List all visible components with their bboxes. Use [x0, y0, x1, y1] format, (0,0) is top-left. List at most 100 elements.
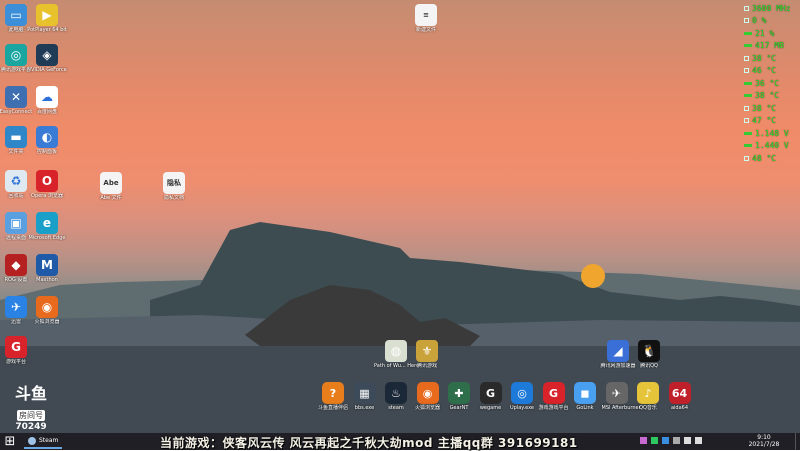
taskbar-item-steam[interactable]: Steam	[24, 434, 63, 449]
shortcut-label: 百度网盘	[36, 109, 57, 115]
shortcut-label: steam	[388, 405, 404, 411]
hw-monitor-value: 48 °C	[752, 153, 777, 163]
dock-item[interactable]: ▦ bbs.exe	[350, 382, 380, 411]
start-button[interactable]: ⊞	[3, 434, 17, 449]
shortcut-label: 隐私文档	[163, 195, 184, 201]
hw-monitor-value: 47 °C	[752, 116, 777, 126]
show-desktop-button[interactable]	[795, 433, 800, 450]
desktop-shortcut[interactable]: G 游戏平台	[0, 336, 38, 365]
system-tray[interactable]	[640, 437, 702, 444]
dock-item[interactable]: ♪ QQ音乐	[633, 382, 663, 411]
volume-icon[interactable]	[695, 437, 702, 444]
desktop-shortcut[interactable]: ◉ 火狐浏览器	[25, 296, 69, 325]
app-icon: ◈	[36, 44, 58, 66]
stream-watermark: 斗鱼 房间号 70249	[4, 384, 58, 433]
sensor-dot-icon	[744, 68, 749, 74]
shortcut-label: Maxthon	[36, 277, 58, 283]
hw-monitor-row: 36 °C	[744, 77, 798, 90]
desktop-shortcut[interactable]: ⚜ 腾讯游戏	[405, 340, 449, 369]
desktop-shortcut[interactable]: ▶ PotPlayer 64 bit	[25, 4, 69, 33]
hw-monitor-row: 0 %	[744, 15, 798, 28]
shortcut-label: 腾讯游戏	[416, 363, 437, 369]
app-icon: ♻	[5, 170, 27, 192]
app-icon: ◎	[511, 382, 533, 404]
dock-item[interactable]: G 游戏游戏平台	[539, 382, 569, 411]
dock-item[interactable]: ♨ steam	[381, 382, 411, 411]
app-icon: ▶	[36, 4, 58, 26]
tray-app-icon[interactable]	[662, 437, 669, 444]
sensor-dot-icon	[744, 105, 749, 111]
sensor-dot-icon	[744, 155, 749, 161]
shortcut-label: Opera 浏览器	[31, 193, 63, 199]
dock-item[interactable]: ◉ 火狐浏览器	[413, 382, 443, 411]
dock-item[interactable]: 64 aida64	[665, 382, 695, 411]
hw-monitor-value: 46 °C	[752, 66, 777, 76]
hw-monitor-row: 21 %	[744, 27, 798, 40]
sensor-dot-icon	[744, 5, 749, 11]
tray-app-icon[interactable]	[673, 437, 680, 444]
desktop: ▭ 此电脑 ▶ PotPlayer 64 bit ◎ 腾讯游戏平台 ◈ NVIDIA GeFo…	[0, 0, 800, 433]
hw-monitor-value: 38 °C	[755, 91, 780, 101]
sensor-dot-icon	[744, 18, 749, 24]
hardware-monitor-overlay: 3600 MHz 0 % 21 % 417 MB 38 °C 46 °C 36 °C 38 °…	[744, 2, 798, 165]
shortcut-label: bbs.exe	[354, 405, 375, 411]
hw-monitor-value: 38 °C	[752, 53, 777, 63]
app-icon: ≡	[415, 4, 437, 26]
shortcut-label: PotPlayer 64 bit	[27, 27, 67, 33]
app-icon: G	[5, 336, 27, 358]
watermark-room-number: 70249	[15, 422, 47, 432]
app-icon: ▣	[5, 212, 27, 234]
app-icon: ✈	[605, 382, 628, 404]
sensor-bar-icon	[744, 81, 752, 85]
app-icon: ✈	[5, 296, 27, 318]
watermark-room-label: 房间号	[17, 410, 45, 421]
hw-monitor-value: 1.148 V	[755, 128, 789, 138]
hw-monitor-value: 38 °C	[752, 103, 777, 113]
shortcut-label: MSI Afterburner	[601, 405, 641, 411]
dock-item[interactable]: Gwegame	[476, 382, 506, 411]
hw-monitor-value: 417 MB	[755, 41, 784, 51]
desktop-shortcut[interactable]: ≡ 新建文件	[404, 4, 448, 33]
desktop-shortcut[interactable]: 🐧 腾讯QQ	[627, 340, 671, 369]
desktop-shortcut[interactable]: ◈ NVIDIA GeForce	[25, 44, 69, 73]
app-icon: ♪	[637, 382, 659, 404]
app-icon: O	[36, 170, 58, 192]
tray-app-icon[interactable]	[651, 437, 658, 444]
sensor-dot-icon	[744, 55, 749, 61]
desktop-shortcut[interactable]: ◐ 控制面板	[25, 126, 69, 155]
desktop-shortcut[interactable]: ☁ 百度网盘	[25, 86, 69, 115]
app-icon: ▭	[5, 4, 27, 26]
hw-monitor-value: 0 %	[752, 16, 767, 26]
hw-monitor-value: 1.440 V	[755, 141, 789, 151]
windows-icon: ⊞	[4, 434, 16, 449]
shortcut-label: 新建文件	[415, 27, 436, 33]
hw-monitor-row: 1.148 V	[744, 127, 798, 140]
dock-item[interactable]: ? 斗鱼直播伴侣	[318, 382, 348, 411]
dock-item[interactable]: ◼ GoLink	[570, 382, 600, 411]
desktop-shortcut[interactable]: O Opera 浏览器	[25, 170, 69, 199]
clock[interactable]: 9:10 2021/7/28	[744, 434, 784, 448]
dock-item[interactable]: ✚ GearNT	[444, 382, 474, 411]
app-icon: Abe	[100, 172, 122, 194]
shortcut-label: wegame	[479, 405, 502, 411]
dock-item[interactable]: ✈ MSI Afterburner	[601, 382, 641, 411]
hw-monitor-row: 48 °C	[744, 152, 798, 165]
desktop-shortcut[interactable]: Abe Abe 文件	[89, 172, 133, 201]
desktop-shortcut[interactable]: M Maxthon	[25, 254, 69, 283]
app-icon: ?	[322, 382, 344, 404]
app-icon: G	[542, 382, 565, 404]
dock-item[interactable]: ◎ Uplay.exe	[507, 382, 537, 411]
shortcut-label: Microsoft Edge	[28, 235, 66, 241]
clock-date: 2021/7/28	[748, 441, 780, 448]
app-icon: ▬	[5, 126, 27, 148]
desktop-shortcut[interactable]: e Microsoft Edge	[25, 212, 69, 241]
app-icon: ◼	[574, 382, 596, 404]
hw-monitor-value: 36 °C	[755, 78, 780, 88]
app-icon: ◍	[385, 340, 407, 362]
app-icon: G	[479, 382, 502, 404]
tray-app-icon[interactable]	[640, 437, 647, 444]
desktop-shortcut[interactable]: 隐私 隐私文档	[152, 172, 196, 201]
network-icon[interactable]	[684, 437, 691, 444]
watermark-logo: 斗鱼	[14, 384, 47, 403]
app-icon: 64	[668, 382, 691, 404]
